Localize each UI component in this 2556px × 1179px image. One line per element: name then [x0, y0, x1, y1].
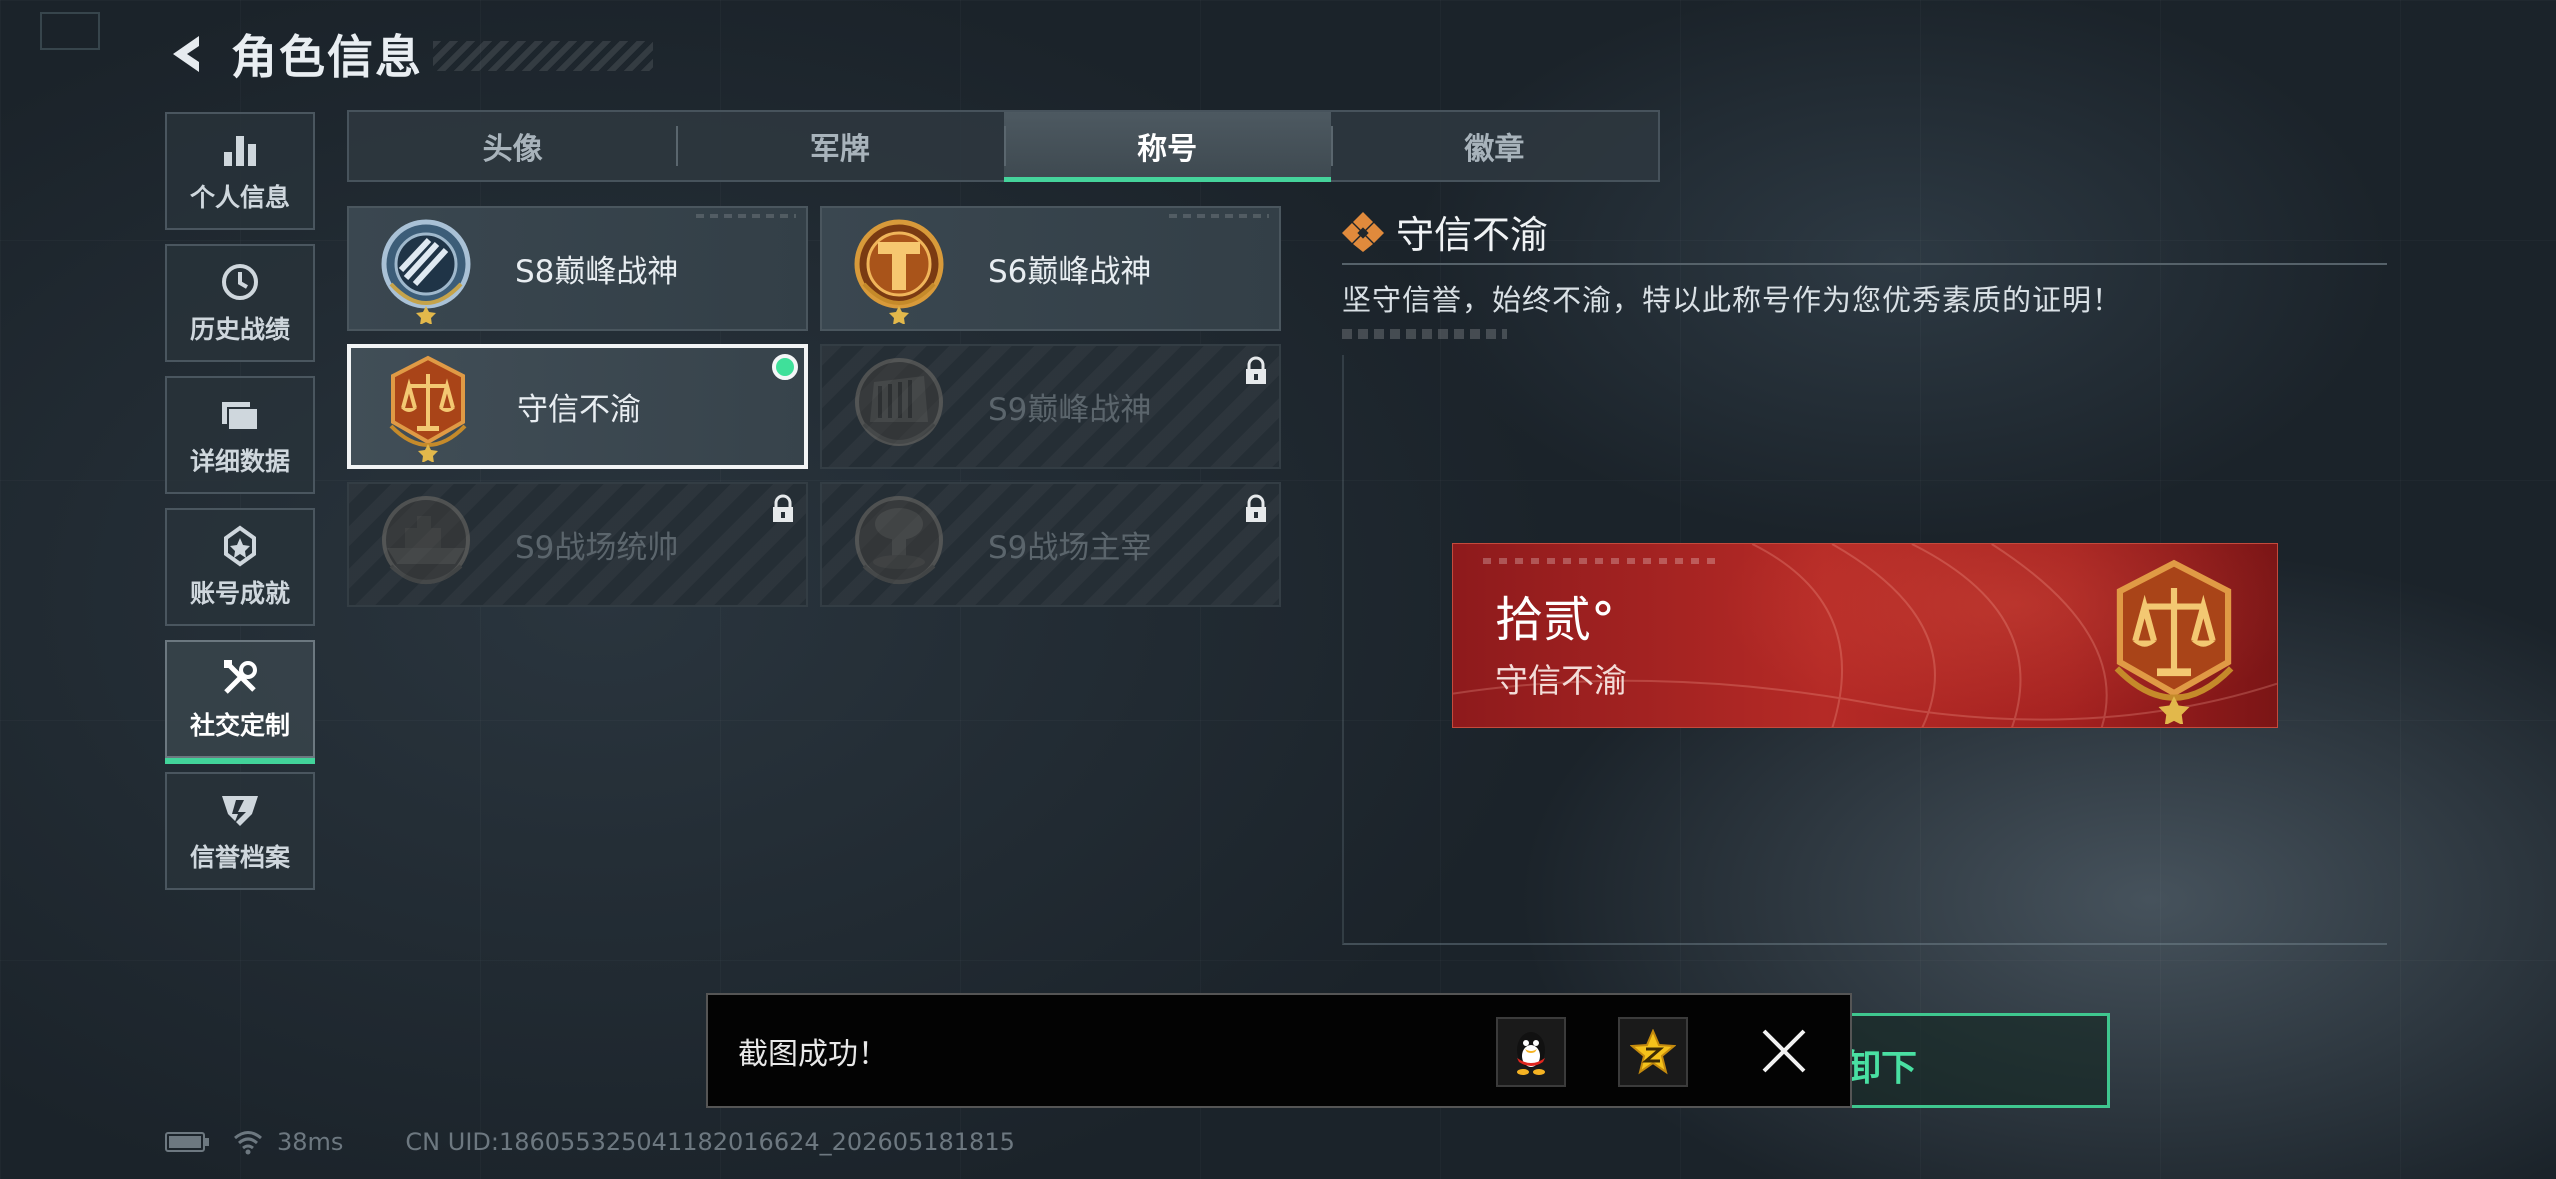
title-card-locked[interactable]: S9战场主宰 — [820, 482, 1281, 607]
sidebar-item-detailed-data[interactable]: 详细数据 — [165, 376, 315, 494]
credit-shield-icon — [222, 796, 258, 826]
title-card-locked[interactable]: S9战场统帅 — [347, 482, 808, 607]
share-qq-button[interactable] — [1496, 1017, 1566, 1087]
sidebar-item-history[interactable]: 历史战绩 — [165, 244, 315, 362]
sidebar-item-personal-info[interactable]: 个人信息 — [165, 112, 315, 230]
banner-level: 拾贰° — [1495, 592, 1616, 648]
title-card-selected[interactable]: 守信不渝 — [347, 344, 808, 469]
status-bar: 38ms CN UID:186055325041182016624_202605… — [165, 1128, 1015, 1156]
lock-icon — [1246, 494, 1266, 522]
tools-icon — [224, 660, 257, 694]
page-title: 角色信息 — [231, 30, 423, 84]
sidebar-item-label: 详细数据 — [189, 447, 290, 476]
title-card-name: S6巅峰战神 — [988, 254, 1152, 290]
sidebar-item-label: 信誉档案 — [189, 843, 290, 872]
sidebar: 个人信息 历史战绩 详细数据 账号成就 社交定制 信誉档案 — [165, 112, 315, 904]
lock-icon — [1246, 356, 1266, 384]
scales-emblem-icon — [389, 355, 467, 462]
screenshot-toast: 截图成功！ — [706, 993, 1852, 1108]
page-header: 角色信息 — [165, 24, 653, 84]
divider — [1342, 263, 2387, 265]
sidebar-item-achievements[interactable]: 账号成就 — [165, 508, 315, 626]
bar-chart-icon — [224, 136, 256, 166]
diamond-marker-icon — [1342, 212, 1384, 252]
history-clock-icon — [222, 264, 258, 300]
qzone-star-icon — [1630, 1029, 1676, 1075]
title-card-locked[interactable]: S9巅峰战神 — [820, 344, 1281, 469]
detail-title: 守信不渝 — [1396, 212, 1549, 257]
tab-title[interactable]: 称号 — [1003, 112, 1332, 182]
back-arrow-icon[interactable] — [165, 30, 213, 78]
sidebar-item-label: 个人信息 — [189, 183, 290, 212]
detail-header: 守信不渝 — [1342, 205, 2387, 257]
sidebar-item-label: 账号成就 — [189, 579, 290, 608]
toast-message: 截图成功！ — [738, 1036, 888, 1072]
sidebar-item-credit-record[interactable]: 信誉档案 — [165, 772, 315, 890]
tab-avatar[interactable]: 头像 — [349, 112, 676, 180]
tab-badge[interactable]: 徽章 — [1330, 112, 1658, 180]
qq-penguin-icon — [1517, 1032, 1545, 1075]
card-decoration — [696, 214, 796, 218]
unequip-button-label: 卸下 — [1845, 1048, 1918, 1089]
s9-warship-emblem-icon — [382, 495, 470, 584]
achievement-badge-icon — [224, 525, 256, 567]
banner-decoration — [1483, 558, 1723, 564]
title-card-name: S9战场主宰 — [988, 530, 1152, 566]
sidebar-item-label: 社交定制 — [189, 711, 290, 740]
s9-mushroom-cloud-emblem-icon — [855, 495, 943, 584]
tab-dog-tag[interactable]: 军牌 — [676, 112, 1003, 180]
banner-title-name: 守信不渝 — [1495, 661, 1627, 700]
folder-data-icon — [222, 402, 259, 431]
title-card[interactable]: S6巅峰战神 — [820, 206, 1281, 331]
equipped-indicator — [772, 354, 798, 380]
s8-globe-emblem-icon — [381, 219, 471, 324]
category-tabs: 头像 军牌 称号 徽章 — [347, 110, 1660, 182]
lock-icon — [773, 494, 793, 522]
sidebar-item-social-custom[interactable]: 社交定制 — [165, 640, 315, 764]
ping-latency: 38ms — [277, 1128, 344, 1156]
title-detail-panel: 守信不渝 坚守信誉，始终不渝，特以此称号作为您优秀素质的证明！ — [1342, 205, 2387, 339]
battery-icon — [165, 1132, 209, 1152]
title-card-name: S8巅峰战神 — [515, 254, 679, 290]
title-card-name: S9战场统帅 — [515, 530, 679, 566]
title-card-name: S9巅峰战神 — [988, 392, 1152, 428]
title-card[interactable]: S8巅峰战神 — [347, 206, 808, 331]
detail-description: 坚守信誉，始终不渝，特以此称号作为您优秀素质的证明！ — [1342, 283, 2123, 317]
card-decoration — [1169, 214, 1269, 218]
description-decoration — [1342, 329, 1507, 339]
corner-bracket-decoration — [40, 12, 100, 50]
title-decoration — [433, 41, 653, 71]
close-icon[interactable] — [1758, 1025, 1810, 1077]
title-card-name: 守信不渝 — [517, 392, 641, 428]
sidebar-item-label: 历史战绩 — [189, 315, 290, 344]
s9-fortress-emblem-icon — [855, 357, 943, 446]
user-uid: CN UID:186055325041182016624_20260518181… — [405, 1128, 1015, 1156]
scales-emblem-icon — [2114, 559, 2234, 724]
wifi-icon — [234, 1131, 262, 1155]
s6-t-emblem-icon — [854, 219, 944, 324]
title-list: S8巅峰战神 S6巅峰战神 守信不渝 S9巅峰战神 S9战场统帅 S9战场主宰 — [347, 206, 1282, 607]
share-qzone-button[interactable] — [1618, 1017, 1688, 1087]
title-banner-preview: 拾贰° 守信不渝 — [1452, 543, 2278, 728]
